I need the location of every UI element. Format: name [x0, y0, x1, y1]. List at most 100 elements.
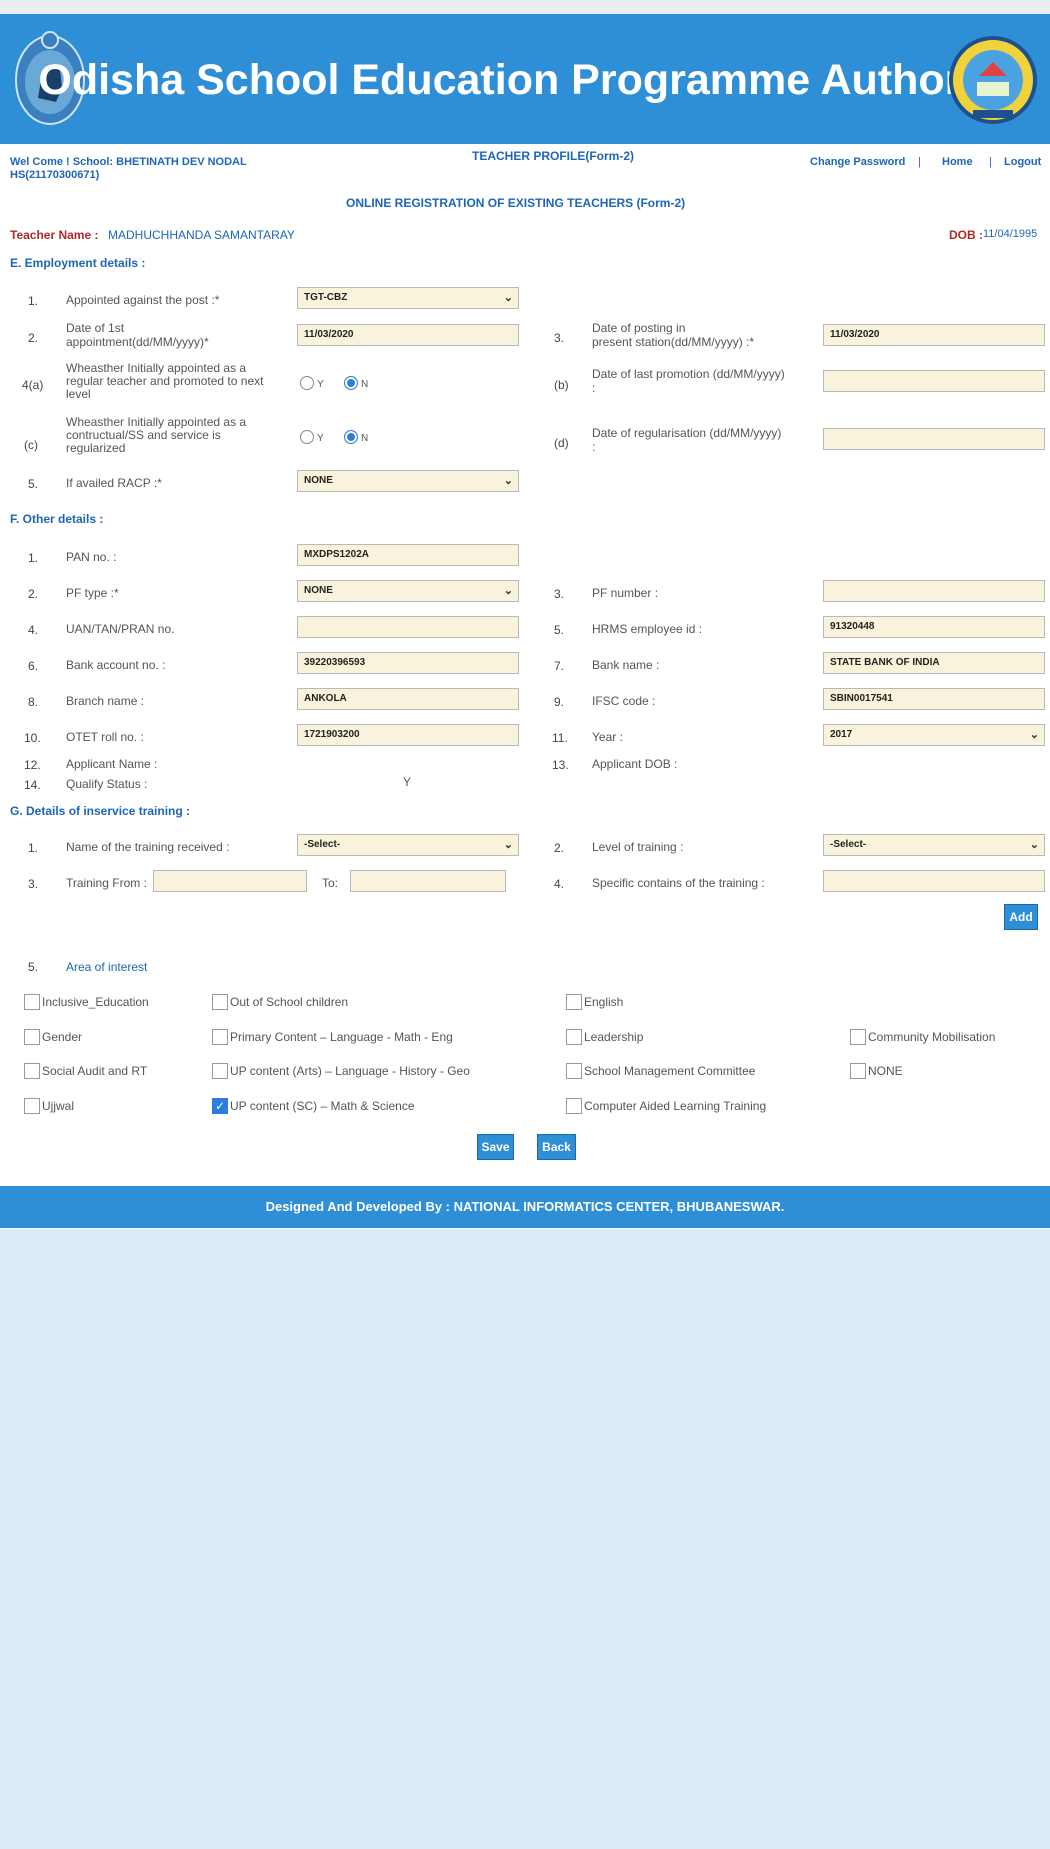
interest-checkbox[interactable] [566, 1063, 582, 1079]
row-number: (d) [554, 436, 569, 450]
interest-checkbox[interactable] [850, 1029, 866, 1045]
branch-name-label: Branch name : [66, 694, 145, 708]
add-training-button[interactable]: Add [1004, 904, 1038, 930]
row-number: 5. [554, 623, 565, 637]
interest-checkbox[interactable] [566, 1098, 582, 1114]
nav-separator: | [989, 156, 992, 168]
nav-separator: | [918, 156, 921, 168]
interest-label: Primary Content – Language - Math - Eng [230, 1030, 453, 1044]
row-number: (b) [554, 378, 569, 392]
regular-teacher-label: level [66, 387, 91, 401]
interest-label: Gender [42, 1030, 83, 1044]
interest-checkbox[interactable] [566, 1029, 582, 1045]
bank-account-input[interactable]: 39220396593 [297, 652, 519, 674]
bank-account-label: Bank account no. : [66, 658, 166, 672]
pf-number-input[interactable] [823, 580, 1045, 602]
contractual-no-radio[interactable] [344, 430, 358, 444]
training-level-select[interactable]: -Select- ⌄ [823, 834, 1045, 856]
regular-no-radio[interactable] [344, 376, 358, 390]
otet-label: OTET roll no. : [66, 730, 144, 744]
training-from-input[interactable] [153, 870, 307, 892]
interest-label: Out of School children [230, 995, 349, 1009]
first-appointment-label: Date of 1st [66, 321, 125, 335]
chevron-down-icon: ⌄ [1029, 729, 1039, 741]
applicant-name-label: Applicant Name : [66, 757, 158, 771]
row-number: 2. [28, 331, 39, 345]
year-select[interactable]: 2017 ⌄ [823, 724, 1045, 746]
row-number: 5. [28, 477, 39, 491]
interest-checkbox[interactable] [212, 994, 228, 1010]
pan-input[interactable]: MXDPS1202A [297, 544, 519, 566]
ifsc-label: IFSC code : [592, 694, 656, 708]
pf-type-select[interactable]: NONE ⌄ [297, 580, 519, 602]
chevron-down-icon: ⌄ [1029, 839, 1039, 851]
contractual-yes-radio[interactable] [300, 430, 314, 444]
training-specific-input[interactable] [823, 870, 1045, 892]
interest-label: Social Audit and RT [42, 1064, 148, 1078]
row-number: 6. [28, 659, 39, 673]
row-number: 3. [554, 331, 565, 345]
interest-checkbox-checked[interactable]: ✓ [212, 1098, 228, 1114]
logout-link[interactable]: Logout [1004, 156, 1041, 168]
interest-checkbox[interactable] [24, 1063, 40, 1079]
interest-checkbox[interactable] [850, 1063, 866, 1079]
row-number: 11. [552, 731, 568, 745]
pf-type-label: PF type :* [66, 586, 119, 600]
contractual-label: regularized [66, 441, 126, 455]
row-number: (c) [24, 438, 38, 452]
ifsc-input[interactable]: SBIN0017541 [823, 688, 1045, 710]
year-label: Year : [592, 730, 623, 744]
branch-name-input[interactable]: ANKOLA [297, 688, 519, 710]
interest-label: UP content (SC) – Math & Science [230, 1099, 415, 1113]
pan-label: PAN no. : [66, 550, 117, 564]
page: Odisha School Education Programme Author… [0, 0, 1050, 1849]
training-name-label: Name of the training received : [66, 840, 230, 854]
uan-input[interactable] [297, 616, 519, 638]
interest-checkbox[interactable] [212, 1063, 228, 1079]
racp-label: If availed RACP :* [66, 476, 162, 490]
footer: Designed And Developed By : NATIONAL INF… [0, 1186, 1050, 1228]
interest-checkbox[interactable] [212, 1029, 228, 1045]
other-section-heading: F. Other details : [10, 512, 104, 526]
otet-input[interactable]: 1721903200 [297, 724, 519, 746]
row-number: 10. [24, 731, 41, 745]
interest-label: Community Mobilisation [868, 1030, 996, 1044]
last-promotion-date-input[interactable] [823, 370, 1045, 392]
row-number: 2. [554, 841, 565, 855]
home-link[interactable]: Home [942, 156, 973, 168]
last-promotion-label: : [592, 381, 596, 395]
bank-name-input[interactable]: STATE BANK OF INDIA [823, 652, 1045, 674]
interest-checkbox[interactable] [24, 1098, 40, 1114]
radio-y-label: Y [317, 379, 324, 390]
regular-yes-radio[interactable] [300, 376, 314, 390]
change-password-link[interactable]: Change Password [810, 156, 905, 168]
regularisation-date-label: : [592, 440, 596, 454]
interest-checkbox[interactable] [566, 994, 582, 1010]
first-appointment-label: appointment(dd/MM/yyyy)* [66, 335, 209, 349]
interest-checkbox[interactable] [24, 1029, 40, 1045]
hrms-input[interactable]: 91320448 [823, 616, 1045, 638]
interest-checkbox[interactable] [24, 994, 40, 1010]
interest-label: English [584, 995, 624, 1009]
row-number: 3. [554, 587, 565, 601]
regularisation-date-input[interactable] [823, 428, 1045, 450]
racp-select[interactable]: NONE ⌄ [297, 470, 519, 492]
chevron-down-icon: ⌄ [503, 585, 513, 597]
row-number: 7. [554, 659, 565, 673]
training-level-select-value: -Select- [830, 839, 867, 850]
interest-label: UP content (Arts) – Language - History -… [230, 1064, 470, 1078]
training-to-input[interactable] [350, 870, 506, 892]
posting-date-input[interactable]: 11/03/2020 [823, 324, 1045, 346]
row-number: 4(a) [22, 378, 44, 392]
row-number: 9. [554, 695, 565, 709]
row-number: 5. [28, 960, 39, 974]
post-select[interactable]: TGT-CBZ ⌄ [297, 287, 519, 309]
training-specific-label: Specific contains of the training : [592, 876, 765, 890]
row-number: 14. [24, 778, 41, 792]
back-button[interactable]: Back [537, 1134, 576, 1160]
bank-name-label: Bank name : [592, 658, 660, 672]
training-name-select[interactable]: -Select- ⌄ [297, 834, 519, 856]
interest-label: Computer Aided Learning Training [584, 1099, 767, 1113]
save-button[interactable]: Save [477, 1134, 514, 1160]
first-appointment-date-input[interactable]: 11/03/2020 [297, 324, 519, 346]
